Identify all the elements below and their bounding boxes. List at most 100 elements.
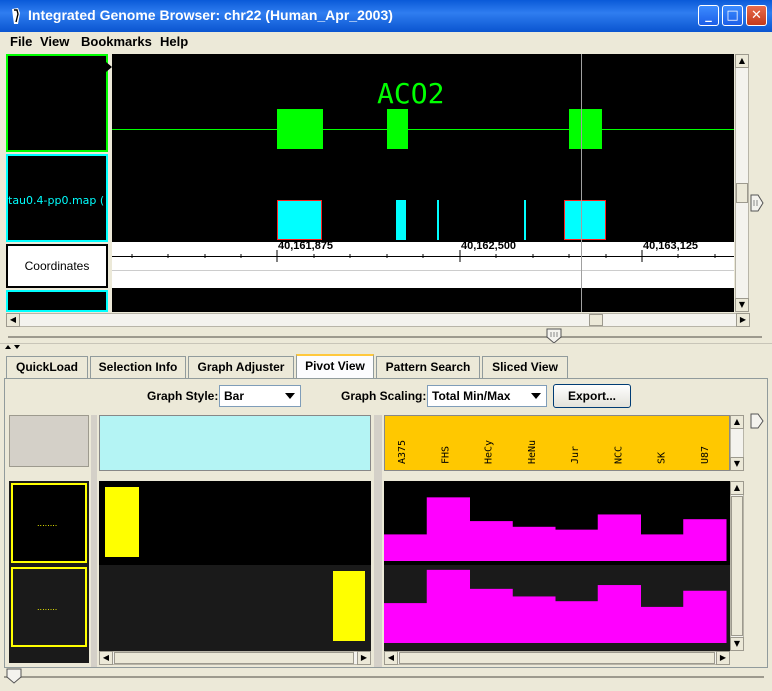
- menu-help[interactable]: Help: [160, 34, 188, 49]
- tab-selection-info[interactable]: Selection Info: [90, 356, 186, 378]
- column-label: NCC: [613, 446, 624, 464]
- pane-divider[interactable]: [91, 415, 97, 667]
- pivot-bar: [640, 606, 684, 643]
- close-button[interactable]: ✕: [746, 5, 767, 26]
- column-label: U87: [700, 446, 711, 464]
- menu-bar: File View Bookmarks Help: [0, 32, 772, 52]
- pivot-bar: [512, 526, 556, 561]
- ruler-tick-label: 40,163,125: [643, 240, 699, 252]
- scroll-thumb[interactable]: [736, 183, 748, 203]
- graph-scaling-value: Total Min/Max: [432, 389, 511, 403]
- exon[interactable]: [387, 109, 408, 149]
- gene-line: [112, 129, 734, 130]
- horizontal-scrollbar[interactable]: ◀ ▶: [6, 313, 750, 327]
- tab-graph-adjuster[interactable]: Graph Adjuster: [188, 356, 294, 378]
- pivot-bar: [555, 601, 599, 643]
- maximize-button[interactable]: □: [722, 5, 743, 26]
- coordinate-ruler[interactable]: 40,161,875 40,162,500 40,163,125: [112, 240, 734, 288]
- genome-view: tau0.4-pp0.map ( Coordinates ACO2 40,161…: [4, 52, 766, 344]
- chevron-down-icon[interactable]: [528, 388, 544, 404]
- probe-feature[interactable]: [564, 200, 606, 240]
- pivot-bar-graph: [384, 497, 730, 651]
- zoom-slider-handle-icon[interactable]: [750, 413, 764, 429]
- pivot-vscrollbar[interactable]: ▲ ▼: [730, 481, 744, 651]
- scroll-up-icon[interactable]: ▲: [730, 481, 744, 495]
- scroll-up-icon[interactable]: ▲: [735, 54, 749, 68]
- pivot-column-header: A375 FHS HeCy HeNu Jur NCC SK U87: [384, 415, 730, 471]
- slice-header: [99, 415, 371, 471]
- scroll-up-icon[interactable]: ▲: [730, 415, 744, 429]
- row-labels-pane: ........ ........: [9, 481, 89, 663]
- tab-sliced-view[interactable]: Sliced View: [482, 356, 568, 378]
- gene-name: ACO2: [377, 77, 445, 110]
- scroll-thumb[interactable]: [589, 314, 603, 326]
- slice-bar[interactable]: [333, 571, 365, 641]
- scroll-thumb[interactable]: [731, 496, 743, 636]
- pivot-bar: [469, 521, 513, 561]
- scroll-down-icon[interactable]: ▼: [730, 457, 744, 471]
- exon[interactable]: [569, 109, 602, 149]
- zoom-slider-handle-icon[interactable]: [546, 328, 562, 344]
- bottom-slider-handle-icon[interactable]: [6, 668, 22, 684]
- scroll-right-icon[interactable]: ▶: [716, 651, 730, 665]
- scroll-right-icon[interactable]: ▶: [736, 313, 750, 327]
- zoom-slider-track[interactable]: [8, 336, 762, 338]
- minimize-button[interactable]: _: [698, 5, 719, 26]
- scroll-down-icon[interactable]: ▼: [735, 298, 749, 312]
- header-vscrollbar[interactable]: ▲ ▼: [730, 415, 744, 471]
- menu-file[interactable]: File: [10, 34, 32, 49]
- pivot-bar: [384, 534, 428, 561]
- pivot-bar: [426, 497, 470, 561]
- pivot-bar: [597, 514, 641, 561]
- position-cursor: [581, 54, 582, 312]
- pivot-bar: [683, 519, 727, 561]
- graph-style-select[interactable]: Bar: [219, 385, 301, 407]
- export-button[interactable]: Export...: [553, 384, 631, 408]
- probe-tier-label[interactable]: tau0.4-pp0.map (: [6, 154, 108, 242]
- ruler-ticks: [131, 250, 716, 262]
- graph-style-value: Bar: [224, 389, 245, 403]
- row-label[interactable]: ........: [11, 483, 87, 563]
- slice-bar[interactable]: [105, 487, 139, 557]
- menu-view[interactable]: View: [40, 34, 69, 49]
- empty-tier-label[interactable]: [6, 290, 108, 312]
- scroll-left-icon[interactable]: ◀: [6, 313, 20, 327]
- pivot-hscrollbar[interactable]: ◀ ▶: [384, 651, 730, 665]
- scroll-left-icon[interactable]: ◀: [99, 651, 113, 665]
- gene-tier-label[interactable]: [6, 54, 108, 152]
- column-label: FHS: [440, 446, 451, 464]
- scroll-right-icon[interactable]: ▶: [357, 651, 371, 665]
- column-labels: A375 FHS HeCy HeNu Jur NCC SK U87: [397, 440, 711, 464]
- probe-feature[interactable]: [437, 200, 439, 240]
- pane-divider[interactable]: [374, 415, 382, 667]
- row-label-text: ........: [37, 603, 58, 612]
- scroll-left-icon[interactable]: ◀: [384, 651, 398, 665]
- chevron-down-icon[interactable]: [282, 388, 298, 404]
- menu-bookmarks[interactable]: Bookmarks: [81, 34, 152, 49]
- coordinates-tier-label[interactable]: Coordinates: [6, 244, 108, 288]
- track-canvas[interactable]: ACO2 40,161,875 40,162,500 40,163,125: [112, 54, 734, 312]
- row-label[interactable]: ........: [11, 567, 87, 647]
- scroll-thumb[interactable]: [399, 652, 715, 664]
- slice-pane[interactable]: [99, 481, 371, 651]
- tab-pattern-search[interactable]: Pattern Search: [376, 356, 480, 378]
- bottom-slider-track[interactable]: [4, 676, 764, 678]
- graph-scaling-select[interactable]: Total Min/Max: [427, 385, 547, 407]
- probe-feature[interactable]: [277, 200, 322, 240]
- slice-hscrollbar[interactable]: ◀ ▶: [99, 651, 371, 665]
- divider-arrows-icon[interactable]: [4, 344, 24, 350]
- graph-scaling-label: Graph Scaling:: [341, 389, 427, 403]
- scroll-thumb[interactable]: [114, 652, 354, 664]
- probe-feature[interactable]: [524, 200, 526, 240]
- vertical-scrollbar[interactable]: ▲ ▼: [735, 54, 749, 312]
- graph-style-label: Graph Style:: [147, 389, 219, 403]
- probe-feature[interactable]: [396, 200, 406, 240]
- split-divider[interactable]: [0, 343, 772, 350]
- corner-header: [9, 415, 89, 467]
- tab-pivot-view[interactable]: Pivot View: [296, 354, 374, 378]
- scroll-down-icon[interactable]: ▼: [730, 637, 744, 651]
- tab-quickload[interactable]: QuickLoad: [6, 356, 88, 378]
- zoom-slider-handle-icon[interactable]: [750, 194, 764, 212]
- exon[interactable]: [277, 109, 323, 149]
- pivot-graph-pane[interactable]: [384, 481, 730, 651]
